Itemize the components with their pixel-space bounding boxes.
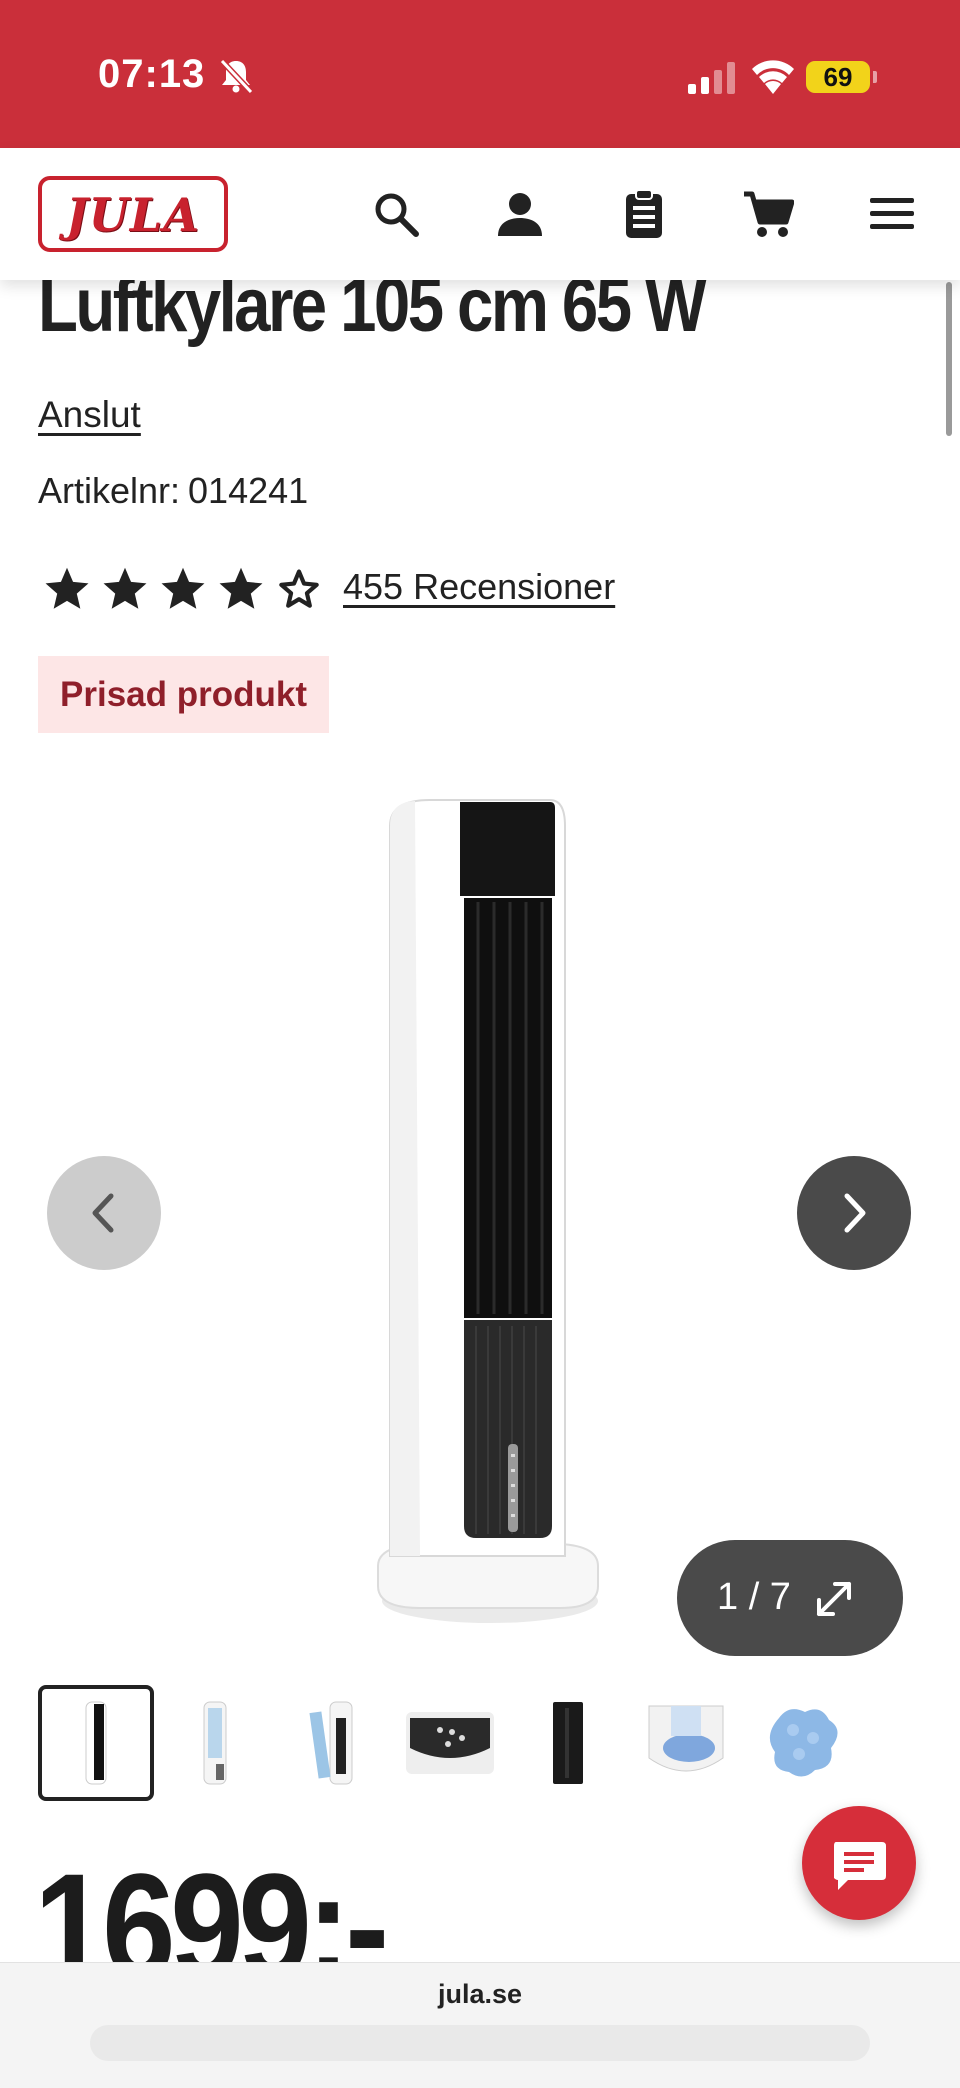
status-bar: 07:13 69 — [0, 0, 960, 148]
bell-slash-icon — [219, 58, 254, 95]
battery-cap — [873, 71, 877, 83]
article-number-value: 014241 — [188, 470, 309, 511]
gallery-counter: 1 / 7 — [717, 1576, 791, 1618]
article-number: Artikelnr: 014241 — [38, 470, 308, 512]
thumbnail-side-view[interactable] — [156, 1685, 272, 1801]
star-full-icon — [45, 567, 89, 609]
article-label: Artikelnr: — [38, 470, 181, 511]
reviews-link[interactable]: 455 Recensioner — [343, 566, 615, 608]
thumbnail-strip — [38, 1685, 960, 1803]
award-badge: Prisad produkt — [38, 656, 329, 733]
shopping-list-icon[interactable] — [618, 188, 670, 240]
search-icon[interactable] — [370, 188, 422, 240]
brand-link[interactable]: Anslut — [38, 394, 141, 436]
menu-icon[interactable] — [866, 188, 918, 240]
thumbnail-filter-view[interactable] — [274, 1685, 390, 1801]
chevron-left-icon — [92, 1193, 114, 1233]
gallery-counter-button[interactable]: 1 / 7 — [677, 1540, 903, 1656]
expand-icon — [817, 1582, 851, 1616]
thumbnail-control-panel[interactable] — [392, 1685, 508, 1801]
account-icon[interactable] — [494, 188, 546, 240]
cart-icon[interactable] — [742, 188, 794, 240]
star-empty-icon — [279, 569, 319, 608]
url-text: jula.se — [437, 1979, 523, 2009]
rating-stars[interactable] — [42, 564, 324, 614]
thumbnail-water-tank[interactable] — [628, 1685, 744, 1801]
jula-logo[interactable]: JULA — [38, 176, 228, 252]
chat-button[interactable] — [802, 1806, 916, 1920]
status-time: 07:13 — [98, 52, 206, 96]
thumbnail-front-view[interactable] — [38, 1685, 154, 1801]
site-header: JULA — [0, 148, 960, 280]
page-scrollbar[interactable] — [946, 282, 952, 436]
thumbnail-back-view[interactable] — [510, 1685, 626, 1801]
gallery-next-button[interactable] — [797, 1156, 911, 1270]
browser-address-bar[interactable]: jula.se — [0, 1962, 960, 2088]
chevron-right-icon — [844, 1193, 866, 1233]
logo-text: JULA — [66, 188, 200, 242]
star-full-icon — [103, 567, 147, 609]
product-image[interactable] — [360, 786, 600, 1626]
cellular-signal-icon — [688, 62, 735, 94]
battery-icon: 69 — [806, 61, 870, 93]
thumbnail-ice-packs[interactable] — [746, 1685, 862, 1801]
toolbar-background — [90, 2025, 870, 2061]
star-full-icon — [219, 567, 263, 609]
star-full-icon — [161, 567, 205, 609]
wifi-icon — [752, 60, 794, 94]
chat-icon — [834, 1842, 886, 1890]
gallery-prev-button[interactable] — [47, 1156, 161, 1270]
